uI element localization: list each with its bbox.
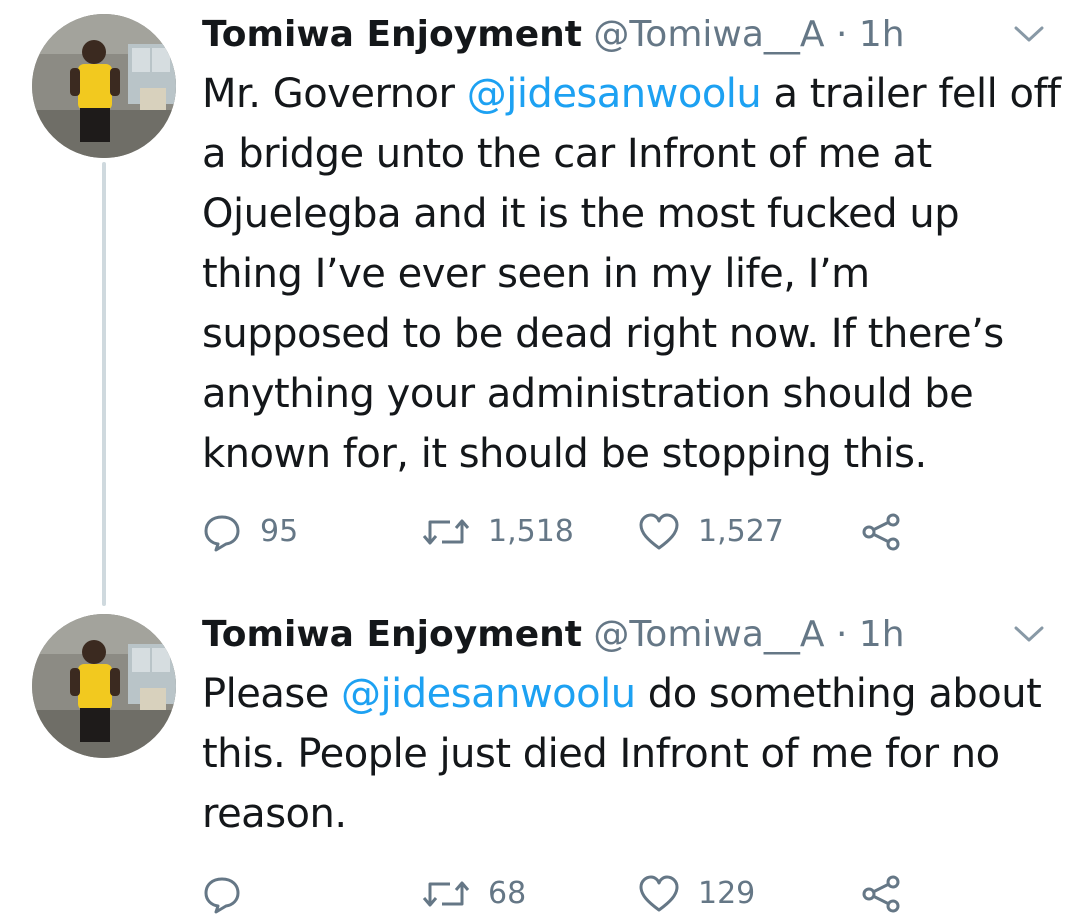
user-handle[interactable]: @Tomiwa__A (593, 14, 824, 55)
retweet-button[interactable]: 68 (422, 872, 526, 916)
mention-link[interactable]: @jidesanwoolu (341, 671, 636, 717)
separator-dot: · (835, 14, 848, 55)
tweet-text-start: Please (202, 671, 342, 717)
reply-count: 95 (260, 514, 299, 549)
tweet-actions: 95 1,518 1,527 (202, 510, 962, 554)
avatar[interactable] (32, 14, 176, 158)
tweet-header: Tomiwa Enjoyment @Tomiwa__A · 1h (202, 10, 905, 60)
thread-connector-line (102, 162, 106, 606)
like-icon (639, 513, 679, 550)
like-button[interactable]: 1,527 (638, 510, 784, 554)
share-icon (862, 513, 900, 551)
chevron-down-icon[interactable] (1012, 22, 1046, 46)
display-name[interactable]: Tomiwa Enjoyment (202, 14, 582, 55)
like-icon (639, 875, 679, 912)
separator-dot: · (835, 614, 848, 655)
like-count: 1,527 (698, 514, 784, 549)
reply-icon (204, 877, 240, 914)
tweet-text: Please @jidesanwoolu do something about … (202, 664, 1062, 844)
retweet-count: 68 (488, 876, 527, 911)
share-button[interactable] (860, 872, 902, 916)
reply-button[interactable] (202, 872, 260, 916)
retweet-icon (422, 519, 470, 545)
like-count: 129 (698, 876, 756, 911)
retweet-count: 1,518 (488, 514, 574, 549)
reply-button[interactable]: 95 (202, 510, 298, 554)
chevron-down-icon[interactable] (1012, 622, 1046, 646)
retweet-button[interactable]: 1,518 (422, 510, 574, 554)
share-button[interactable] (860, 510, 902, 554)
retweet-icon (422, 881, 470, 907)
user-handle[interactable]: @Tomiwa__A (593, 614, 824, 655)
tweet-text-end: a trailer fell off a bridge unto the car… (202, 71, 1061, 477)
share-icon (862, 875, 900, 913)
mention-link[interactable]: @jidesanwoolu (467, 71, 762, 117)
tweet-text-start: Mr. Governor (202, 71, 467, 117)
reply-icon (204, 515, 240, 552)
tweet-header: Tomiwa Enjoyment @Tomiwa__A · 1h (202, 610, 905, 660)
like-button[interactable]: 129 (638, 872, 755, 916)
avatar[interactable] (32, 614, 176, 758)
timestamp[interactable]: 1h (859, 614, 905, 655)
display-name[interactable]: Tomiwa Enjoyment (202, 614, 582, 655)
tweet-text: Mr. Governor @jidesanwoolu a trailer fel… (202, 64, 1062, 484)
tweet-actions: 68 129 (202, 872, 962, 916)
timestamp[interactable]: 1h (859, 14, 905, 55)
